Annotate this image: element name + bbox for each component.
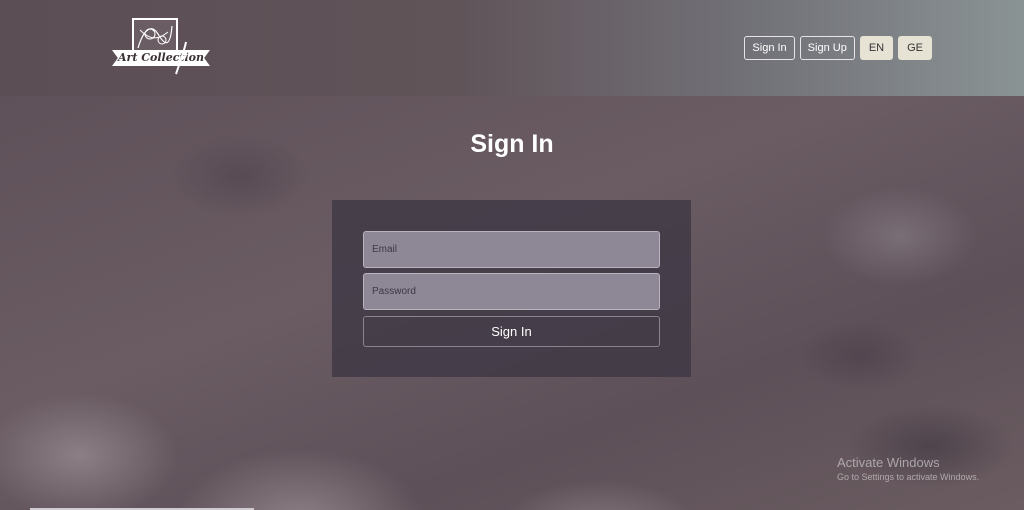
logo-text: Art Collection [112, 50, 210, 66]
email-field[interactable] [363, 231, 660, 268]
nav-sign-in-button[interactable]: Sign In [744, 36, 795, 60]
sign-in-form: Sign In [332, 200, 691, 377]
header: Art Collection Sign In Sign Up EN GE [0, 0, 1024, 96]
password-field[interactable] [363, 273, 660, 310]
logo-brush-icon [175, 41, 188, 75]
lang-ge-button[interactable]: GE [898, 36, 932, 60]
activate-windows-watermark: Activate Windows Go to Settings to activ… [837, 455, 979, 482]
lang-en-button[interactable]: EN [859, 36, 894, 60]
header-nav: Sign In Sign Up EN GE [744, 36, 932, 60]
watermark-subtitle: Go to Settings to activate Windows. [837, 472, 980, 482]
watermark-title: Activate Windows [837, 455, 940, 470]
nav-sign-up-button[interactable]: Sign Up [799, 36, 855, 60]
page-title: Sign In [470, 130, 554, 158]
sign-in-submit-button[interactable]: Sign In [363, 316, 660, 347]
art-collection-logo[interactable]: Art Collection [112, 18, 210, 78]
